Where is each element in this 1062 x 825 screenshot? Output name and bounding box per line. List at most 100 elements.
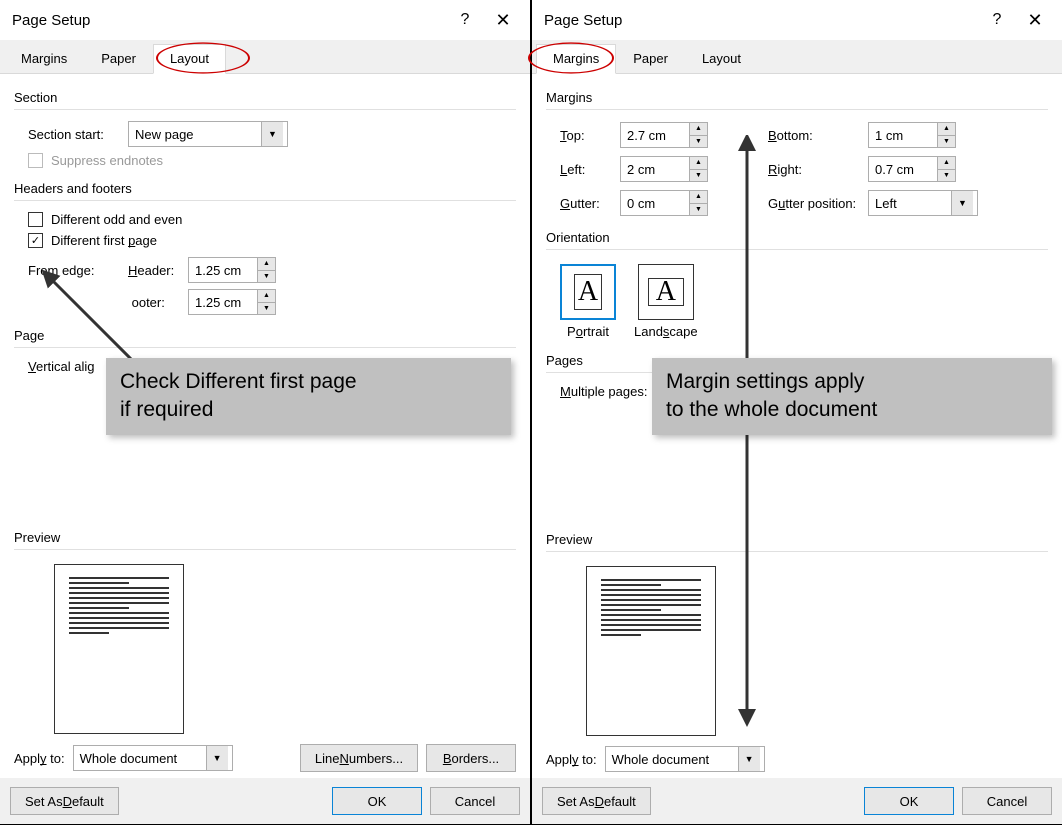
diff-first-page-row[interactable]: ✓ Different first page bbox=[14, 233, 516, 248]
orientation-heading: Orientation bbox=[546, 230, 1048, 245]
bottom-spinner[interactable]: 1 cm▲▼ bbox=[868, 122, 956, 148]
chevron-down-icon[interactable]: ▼ bbox=[690, 170, 707, 182]
apply-to-dropdown[interactable]: Whole document ▼ bbox=[605, 746, 765, 772]
diff-odd-even-row[interactable]: Different odd and even bbox=[14, 212, 516, 227]
chevron-down-icon[interactable]: ▼ bbox=[938, 136, 955, 148]
spinner-buttons[interactable]: ▲▼ bbox=[257, 258, 275, 282]
portrait-icon: A bbox=[560, 264, 616, 320]
gutter-position-dropdown[interactable]: Left ▼ bbox=[868, 190, 978, 216]
landscape-icon: A bbox=[638, 264, 694, 320]
footer-distance-spinner[interactable]: 1.25 cm ▲▼ bbox=[188, 289, 276, 315]
tab-margins[interactable]: Margins bbox=[536, 44, 616, 74]
tab-margins[interactable]: Margins bbox=[4, 44, 84, 73]
dialog-footer: Set As Default OK Cancel bbox=[532, 778, 1062, 824]
footer-distance-value: 1.25 cm bbox=[189, 290, 257, 314]
diff-first-page-label: Different first page bbox=[51, 233, 157, 248]
preview-thumbnail bbox=[54, 564, 184, 734]
tab-bar: Margins Paper Layout bbox=[532, 40, 1062, 74]
orientation-portrait[interactable]: A Portrait bbox=[560, 264, 616, 339]
apply-to-label: Apply to: bbox=[546, 752, 597, 767]
cancel-button[interactable]: Cancel bbox=[962, 787, 1052, 815]
diff-odd-even-checkbox[interactable] bbox=[28, 212, 43, 227]
chevron-down-icon[interactable]: ▼ bbox=[690, 204, 707, 216]
chevron-up-icon[interactable]: ▲ bbox=[690, 191, 707, 204]
title-bar: Page Setup ? ✕ bbox=[532, 0, 1062, 40]
page-setup-dialog-layout: Page Setup ? ✕ Margins Paper Layout Sect… bbox=[0, 0, 530, 824]
section-start-dropdown[interactable]: New page ▼ bbox=[128, 121, 288, 147]
ok-button[interactable]: OK bbox=[332, 787, 422, 815]
preview-heading: Preview bbox=[546, 532, 1048, 547]
tab-layout[interactable]: Layout bbox=[685, 44, 758, 73]
ok-button[interactable]: OK bbox=[864, 787, 954, 815]
top-label: Top: bbox=[560, 128, 620, 143]
section-start-row: Section start: New page ▼ bbox=[14, 121, 516, 147]
borders-button[interactable]: Borders... bbox=[426, 744, 516, 772]
margins-heading: Margins bbox=[546, 90, 1048, 105]
divider bbox=[14, 109, 516, 110]
header-distance-spinner[interactable]: 1.25 cm ▲▼ bbox=[188, 257, 276, 283]
chevron-down-icon[interactable]: ▼ bbox=[258, 271, 275, 283]
chevron-up-icon[interactable]: ▲ bbox=[690, 123, 707, 136]
chevron-up-icon[interactable]: ▲ bbox=[258, 290, 275, 303]
tab-bar: Margins Paper Layout bbox=[0, 40, 530, 74]
apply-to-value: Whole document bbox=[612, 752, 710, 767]
spinner-buttons[interactable]: ▲▼ bbox=[257, 290, 275, 314]
chevron-down-icon: ▼ bbox=[738, 747, 760, 771]
preview-heading: Preview bbox=[14, 530, 516, 545]
tab-paper[interactable]: Paper bbox=[616, 44, 685, 73]
help-button[interactable]: ? bbox=[446, 1, 484, 39]
margins-grid: Top: 2.7 cm▲▼ Bottom: 1 cm▲▼ Left: 2 cm▲… bbox=[560, 122, 1048, 216]
divider bbox=[546, 109, 1048, 110]
top-spinner[interactable]: 2.7 cm▲▼ bbox=[620, 122, 708, 148]
chevron-down-icon: ▼ bbox=[951, 191, 973, 215]
preview-thumbnail bbox=[586, 566, 716, 736]
set-as-default-button[interactable]: Set As Default bbox=[10, 787, 119, 815]
chevron-down-icon[interactable]: ▼ bbox=[938, 170, 955, 182]
apply-to-value: Whole document bbox=[80, 751, 178, 766]
right-label: Right: bbox=[768, 162, 868, 177]
headers-heading: Headers and footers bbox=[14, 181, 516, 196]
set-as-default-button[interactable]: Set As Default bbox=[542, 787, 651, 815]
cancel-button[interactable]: Cancel bbox=[430, 787, 520, 815]
annotation-margin-settings: Margin settings apply to the whole docum… bbox=[652, 358, 1052, 435]
diff-first-page-checkbox[interactable]: ✓ bbox=[28, 233, 43, 248]
footer-label: ooter: bbox=[128, 295, 188, 310]
chevron-up-icon[interactable]: ▲ bbox=[938, 157, 955, 170]
right-spinner[interactable]: 0.7 cm▲▼ bbox=[868, 156, 956, 182]
vertical-align-label: Vertical alig bbox=[28, 359, 95, 374]
multiple-pages-label: Multiple pages: bbox=[560, 384, 647, 399]
left-label: Left: bbox=[560, 162, 620, 177]
divider bbox=[14, 200, 516, 201]
close-button[interactable]: ✕ bbox=[484, 1, 522, 39]
suppress-endnotes-row: Suppress endnotes bbox=[14, 153, 516, 168]
page-setup-dialog-margins: Page Setup ? ✕ Margins Paper Layout Marg… bbox=[532, 0, 1062, 824]
chevron-up-icon[interactable]: ▲ bbox=[690, 157, 707, 170]
line-numbers-button[interactable]: Line Numbers... bbox=[300, 744, 418, 772]
gutter-spinner[interactable]: 0 cm▲▼ bbox=[620, 190, 708, 216]
orientation-landscape[interactable]: A Landscape bbox=[634, 264, 698, 339]
gutter-pos-label: Gutter position: bbox=[768, 196, 868, 211]
chevron-down-icon[interactable]: ▼ bbox=[690, 136, 707, 148]
chevron-down-icon[interactable]: ▼ bbox=[258, 303, 275, 315]
divider bbox=[14, 347, 516, 348]
help-button[interactable]: ? bbox=[978, 1, 1016, 39]
landscape-label: Landscape bbox=[634, 324, 698, 339]
tab-paper[interactable]: Paper bbox=[84, 44, 153, 73]
chevron-down-icon: ▼ bbox=[206, 746, 228, 770]
apply-to-row: Apply to: Whole document ▼ bbox=[546, 746, 1048, 772]
tab-layout[interactable]: Layout bbox=[153, 44, 226, 74]
left-spinner[interactable]: 2 cm▲▼ bbox=[620, 156, 708, 182]
apply-to-row: Apply to: Whole document ▼ Line Numbers.… bbox=[14, 744, 516, 772]
apply-to-label: Apply to: bbox=[14, 751, 65, 766]
apply-to-dropdown[interactable]: Whole document ▼ bbox=[73, 745, 233, 771]
suppress-endnotes-label: Suppress endnotes bbox=[51, 153, 163, 168]
page-heading: Page bbox=[14, 328, 516, 343]
close-button[interactable]: ✕ bbox=[1016, 1, 1054, 39]
chevron-up-icon[interactable]: ▲ bbox=[258, 258, 275, 271]
suppress-endnotes-checkbox bbox=[28, 153, 43, 168]
dialog-title: Page Setup bbox=[12, 12, 446, 29]
divider bbox=[546, 249, 1048, 250]
chevron-up-icon[interactable]: ▲ bbox=[938, 123, 955, 136]
orientation-row: A Portrait A Landscape bbox=[560, 264, 1048, 339]
dialog-footer: Set As Default OK Cancel bbox=[0, 778, 530, 824]
